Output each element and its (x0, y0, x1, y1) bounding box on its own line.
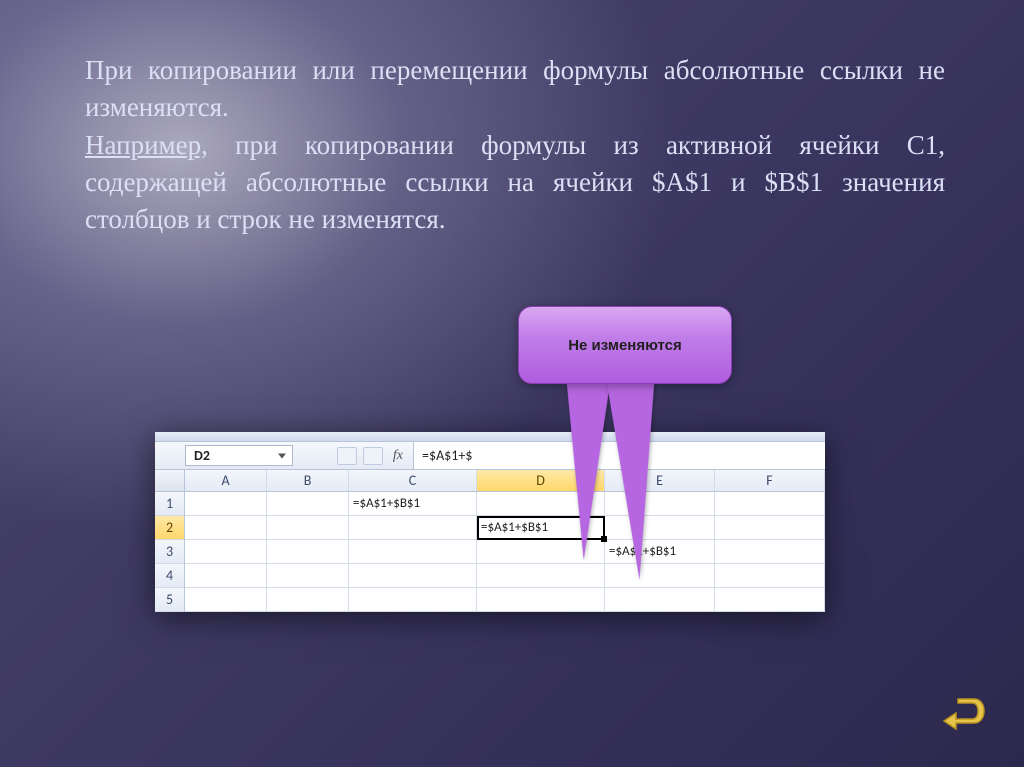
row-header-3[interactable]: 3 (155, 540, 185, 564)
cell-A1[interactable] (185, 492, 267, 516)
cell-D5[interactable] (477, 588, 605, 612)
col-header-B[interactable]: B (267, 470, 349, 492)
cancel-formula-icon[interactable] (337, 447, 357, 465)
cell-B4[interactable] (267, 564, 349, 588)
text-line-2-rest: при копировании формулы из активной ячей… (85, 130, 945, 235)
cell-A5[interactable] (185, 588, 267, 612)
callout-bubble: Не изменяются (518, 306, 732, 384)
cell-A4[interactable] (185, 564, 267, 588)
name-box-value: D2 (194, 447, 210, 464)
cell-C1[interactable]: =$A$1+$B$1 (349, 492, 477, 516)
select-all-corner[interactable] (155, 470, 185, 492)
cell-A2[interactable] (185, 516, 267, 540)
cell-F4[interactable] (715, 564, 825, 588)
fx-icon[interactable]: fx (389, 448, 407, 464)
excel-formula-row: D2 fx =$A$1+$ (155, 442, 825, 470)
excel-window: D2 fx =$A$1+$ A B C D E F 1 =$A$1+$B$1 2 (155, 432, 825, 612)
callout-tail (607, 379, 662, 581)
cell-C4[interactable] (349, 564, 477, 588)
row-header-4[interactable]: 4 (155, 564, 185, 588)
text-underlined: Например, (85, 130, 208, 160)
name-box[interactable]: D2 (185, 445, 293, 466)
formula-buttons: fx (293, 442, 413, 469)
cell-B5[interactable] (267, 588, 349, 612)
cell-F1[interactable] (715, 492, 825, 516)
row-header-2[interactable]: 2 (155, 516, 185, 540)
cell-B1[interactable] (267, 492, 349, 516)
excel-grid: A B C D E F 1 =$A$1+$B$1 2 =$A$1+$B$1 3 … (155, 470, 825, 612)
cell-B2[interactable] (267, 516, 349, 540)
row-header-1[interactable]: 1 (155, 492, 185, 516)
cell-F3[interactable] (715, 540, 825, 564)
cell-E5[interactable] (605, 588, 715, 612)
formula-bar-value: =$A$1+$ (422, 447, 472, 464)
enter-formula-icon[interactable] (363, 447, 383, 465)
back-arrow-button[interactable] (940, 689, 988, 737)
excel-ribbon-strip (155, 432, 825, 442)
cell-D4[interactable] (477, 564, 605, 588)
col-header-A[interactable]: A (185, 470, 267, 492)
cell-B3[interactable] (267, 540, 349, 564)
slide-body-text: При копировании или перемещении формулы … (85, 52, 945, 238)
cell-F5[interactable] (715, 588, 825, 612)
col-header-C[interactable]: C (349, 470, 477, 492)
cell-C5[interactable] (349, 588, 477, 612)
callout-text: Не изменяются (568, 337, 682, 354)
text-line-1: При копировании или перемещении формулы … (85, 55, 945, 122)
u-turn-arrow-icon (940, 689, 988, 737)
cell-C3[interactable] (349, 540, 477, 564)
row-header-5[interactable]: 5 (155, 588, 185, 612)
cell-C2[interactable] (349, 516, 477, 540)
cell-A3[interactable] (185, 540, 267, 564)
col-header-F[interactable]: F (715, 470, 825, 492)
cell-F2[interactable] (715, 516, 825, 540)
